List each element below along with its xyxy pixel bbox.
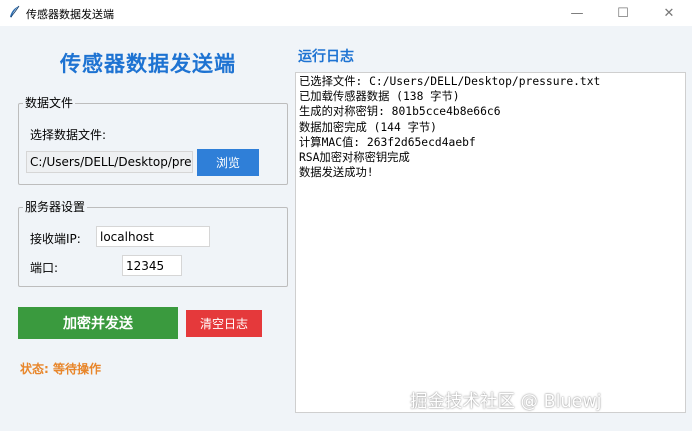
- window-title: 传感器数据发送端: [26, 8, 114, 21]
- ip-label: 接收端IP:: [30, 232, 81, 246]
- close-button[interactable]: ✕: [646, 0, 692, 26]
- select-file-label: 选择数据文件:: [30, 128, 107, 142]
- log-line: 数据加密完成 (144 字节): [299, 120, 437, 134]
- minimize-button[interactable]: —: [554, 0, 600, 26]
- close-icon: ✕: [663, 5, 675, 21]
- status-text: 状态: 等待操作: [20, 362, 101, 376]
- browse-button[interactable]: 浏览: [197, 149, 259, 176]
- log-line: 生成的对称密钥: 801b5cce4b8e66c6: [299, 105, 501, 119]
- log-line: 计算MAC值: 263f2d65ecd4aebf: [299, 135, 476, 149]
- log-line: 已选择文件: C:/Users/DELL/Desktop/pressure.tx…: [299, 75, 601, 88]
- port-input[interactable]: 12345: [122, 255, 182, 276]
- window-titlebar[interactable]: 传感器数据发送端 — ☐ ✕: [0, 0, 692, 26]
- watermark: 掘金技术社区 @ Bluewj: [410, 392, 602, 412]
- log-line: RSA加密对称密钥完成: [299, 151, 410, 165]
- app-client-area: 传感器数据发送端 数据文件 选择数据文件: C:/Users/DELL/Desk…: [0, 26, 692, 431]
- port-label: 端口:: [30, 261, 59, 275]
- log-textarea[interactable]: 已选择文件: C:/Users/DELL/Desktop/pressure.tx…: [295, 72, 686, 413]
- feather-icon: [10, 5, 20, 18]
- minimize-icon: —: [570, 5, 584, 21]
- log-line: 已加载传感器数据 (138 字节): [299, 90, 460, 104]
- data-file-group-label: 数据文件: [23, 95, 76, 111]
- clear-log-button[interactable]: 清空日志: [186, 310, 262, 337]
- maximize-icon: ☐: [617, 5, 629, 21]
- log-line: 数据发送成功!: [299, 166, 374, 180]
- file-path-input[interactable]: C:/Users/DELL/Desktop/pressure.txt: [26, 151, 193, 173]
- app-title: 传感器数据发送端: [60, 52, 236, 76]
- encrypt-send-button[interactable]: 加密并发送: [18, 307, 178, 339]
- server-settings-group-label: 服务器设置: [23, 199, 88, 215]
- log-title: 运行日志: [298, 49, 354, 65]
- maximize-button[interactable]: ☐: [600, 0, 646, 26]
- ip-input[interactable]: localhost: [96, 226, 210, 247]
